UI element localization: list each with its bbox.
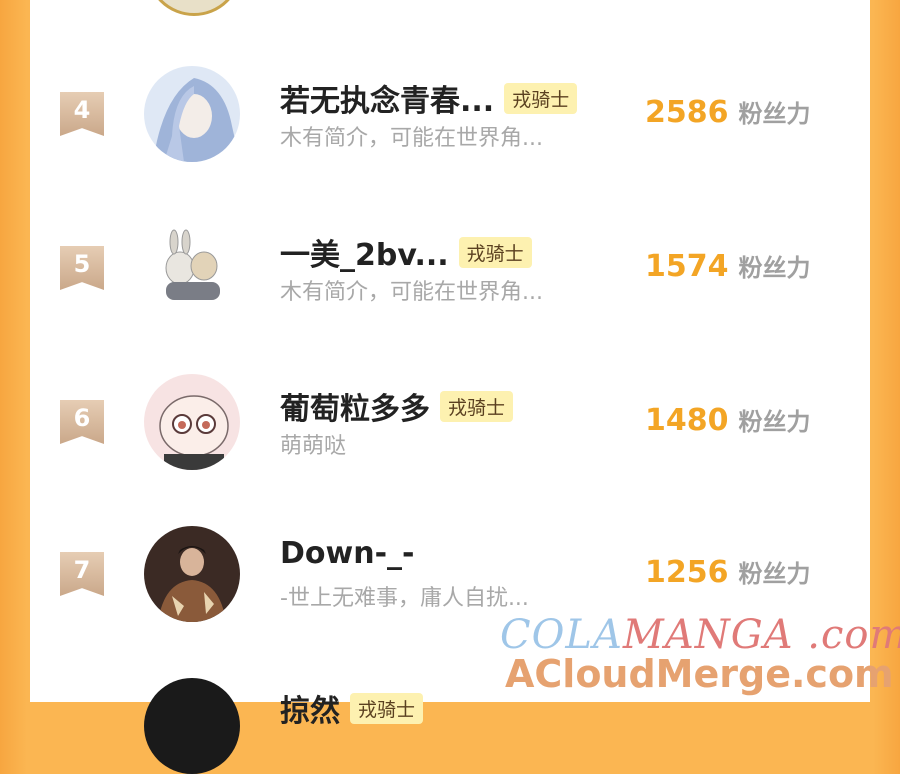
user-bio: 木有简介，可能在世界角... [280, 280, 543, 305]
avatar-illustration [144, 374, 240, 470]
user-name[interactable]: 若无执念青春... [280, 76, 494, 120]
fan-badge: 戎骑士 [504, 82, 578, 114]
user-name[interactable]: 掠然 [280, 686, 340, 730]
fan-power-unit: 粉丝力 [738, 254, 811, 282]
fan-power-value: 1256 [645, 555, 729, 590]
user-bio: -世上无难事，庸人自扰... [280, 586, 529, 611]
name-row: 一美_2bv... 戎骑士 [280, 230, 532, 274]
avatar[interactable] [144, 374, 240, 470]
user-name[interactable]: 葡萄粒多多 [280, 384, 430, 428]
fan-power-unit: 粉丝力 [738, 408, 811, 436]
name-row: Down-_- [280, 536, 415, 571]
fan-badge: 戎骑士 [458, 236, 532, 268]
watermark-acloudmerge: ACloudMerge.com [505, 652, 894, 696]
user-name[interactable]: 一美_2bv... [280, 230, 449, 274]
avatar-illustration [144, 526, 240, 622]
name-row: 葡萄粒多多 戎骑士 [280, 384, 514, 428]
name-row: 掠然 戎骑士 [280, 686, 424, 730]
fan-badge: 戎骑士 [440, 390, 514, 422]
avatar-illustration [144, 66, 240, 162]
avatar[interactable] [144, 526, 240, 622]
fan-power-unit: 粉丝力 [738, 560, 811, 588]
name-row: 若无执念青春... 戎骑士 [280, 76, 578, 120]
rank-number: 6 [73, 404, 91, 432]
fan-power-value: 1480 [645, 403, 729, 438]
avatar[interactable] [144, 66, 240, 162]
fan-power-value: 1574 [645, 249, 729, 284]
fan-power: 1480 粉丝力 [645, 402, 811, 438]
user-name[interactable]: Down-_- [280, 536, 415, 571]
fan-badge: 戎骑士 [350, 692, 424, 724]
avatar[interactable] [144, 678, 240, 774]
fan-power: 1256 粉丝力 [645, 554, 811, 590]
fan-power-unit: 粉丝力 [738, 100, 811, 128]
rank-number: 4 [73, 96, 91, 124]
rank-number: 5 [73, 250, 91, 278]
avatar[interactable] [144, 220, 240, 316]
fan-power: 1574 粉丝力 [645, 248, 811, 284]
avatar-illustration [144, 220, 240, 316]
user-bio: 萌萌哒 [280, 434, 347, 459]
fan-power-value: 2586 [645, 95, 729, 130]
user-bio: 木有简介，可能在世界角... [280, 126, 543, 151]
rank-number: 7 [73, 556, 91, 584]
fan-power: 2586 粉丝力 [645, 94, 811, 130]
